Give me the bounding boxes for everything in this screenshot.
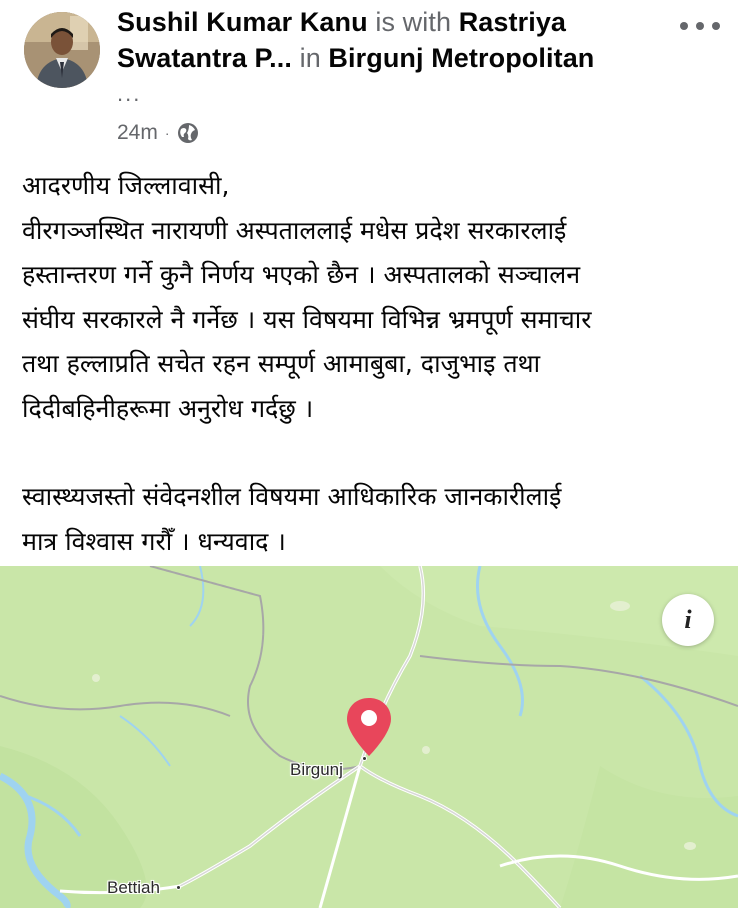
in-text: in (299, 43, 321, 73)
post-header: Sushil Kumar Kanu is with Rastriya Swata… (0, 0, 738, 160)
location-link[interactable]: Birgunj Metropolitan (328, 43, 594, 73)
globe-icon[interactable] (177, 122, 199, 144)
city-label-birgunj: Birgunj (290, 760, 343, 779)
location-map[interactable]: i Birgunj Bettiah (0, 566, 738, 908)
more-options-button[interactable] (680, 14, 720, 38)
birgunj-dot (362, 756, 367, 761)
body-line: मात्र विश्वास गरौँ । धन्यवाद । (22, 526, 286, 556)
location-pin-icon[interactable] (345, 696, 393, 758)
info-icon: i (684, 605, 692, 634)
title-ellipsis: ... (117, 81, 142, 106)
city-label-bettiah: Bettiah (107, 878, 160, 897)
body-line: दिदीबहिनीहरूमा अनुरोध गर्दछु । (22, 393, 314, 423)
body-line: संघीय सरकारले नै गर्नेछ । यस विषयमा विभि… (22, 304, 592, 334)
with-text: is with (375, 7, 452, 37)
body-line: स्वास्थ्यजस्तो संवेदनशील विषयमा आधिकारिक… (22, 482, 562, 511)
meta-separator: · (164, 125, 170, 141)
bettiah-dot (176, 885, 181, 890)
body-line: आदरणीय जिल्लावासी, (22, 171, 230, 200)
post-meta: 24m · (117, 121, 199, 145)
body-line: हस्तान्तरण गर्ने कुनै निर्णय भएको छैन । … (22, 260, 581, 289)
body-line: तथा हल्लाप्रति सचेत रहन सम्पूर्ण आमाबुबा… (22, 349, 541, 378)
post-body: आदरणीय जिल्लावासी, वीरगञ्जस्थित नारायणी … (22, 164, 722, 564)
author-name[interactable]: Sushil Kumar Kanu (117, 7, 368, 37)
post-time[interactable]: 24m (117, 121, 158, 145)
body-line: वीरगञ्जस्थित नारायणी अस्पताललाई मधेस प्र… (22, 215, 567, 245)
map-info-button[interactable]: i (662, 594, 714, 646)
post-title: Sushil Kumar Kanu is with Rastriya Swata… (117, 4, 657, 76)
more-horizontal-icon (680, 22, 688, 30)
author-avatar[interactable] (24, 12, 100, 88)
